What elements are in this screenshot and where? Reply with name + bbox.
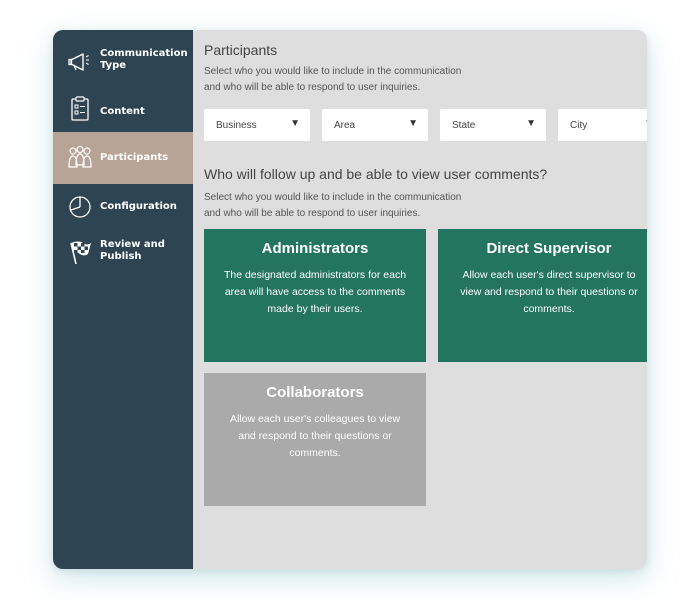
select-value: State [452, 119, 476, 131]
followup-heading: Who will follow up and be able to view u… [204, 166, 548, 182]
description-line: Select who you would like to include in … [204, 192, 462, 203]
megaphone-icon [67, 49, 93, 75]
dropdown-arrow-icon: ▼ [408, 118, 418, 129]
card-text: The designated administrators for each a… [223, 269, 407, 315]
direct-supervisor-card[interactable]: Direct Supervisor Allow each user's dire… [438, 229, 647, 362]
dropdown-arrow-icon: ▼ [526, 118, 536, 129]
card-text: Allow each user's colleagues to view and… [229, 413, 401, 459]
sidebar-item-review-and-publish[interactable]: Review and Publish [53, 230, 193, 276]
area-select[interactable]: Area ▼ [322, 109, 428, 141]
followup-description: Select who you would like to include in … [204, 190, 504, 222]
checkered-flag-icon [67, 240, 93, 266]
sidebar-item-label: Configuration [100, 201, 177, 212]
city-select[interactable]: City ▼ [558, 109, 647, 141]
dropdown-arrow-icon: ▼ [290, 118, 300, 129]
sidebar-item-content[interactable]: Content [53, 90, 193, 134]
clipboard-icon [67, 96, 93, 122]
state-select[interactable]: State ▼ [440, 109, 546, 141]
collaborators-card[interactable]: Collaborators Allow each user's colleagu… [204, 373, 426, 506]
description-line: and who will be able to respond to user … [204, 208, 421, 219]
description-line: and who will be able to respond to user … [204, 82, 421, 93]
sidebar-item-configuration[interactable]: Configuration [53, 186, 193, 230]
sidebar-item-participants[interactable]: Participants [53, 132, 193, 184]
card-title: Administrators [261, 240, 369, 257]
card-text: Allow each user's direct supervisor to v… [460, 269, 638, 315]
sidebar-item-label: Participants [100, 152, 169, 163]
business-select[interactable]: Business ▼ [204, 109, 310, 141]
page-description: Select who you would like to include in … [204, 64, 504, 96]
app-window: Communication Type Content Participants … [53, 30, 647, 569]
sidebar-item-label: Communication Type [100, 48, 188, 71]
dropdown-arrow-icon: ▼ [644, 118, 647, 129]
sidebar-item-label: Content [100, 106, 145, 117]
people-icon [67, 145, 93, 171]
select-value: City [570, 119, 588, 131]
select-value: Area [334, 119, 356, 131]
page-title: Participants [204, 42, 278, 58]
pie-chart-icon [67, 194, 93, 220]
card-title: Collaborators [266, 384, 364, 401]
select-value: Business [216, 119, 257, 131]
sidebar: Communication Type Content Participants … [53, 30, 193, 569]
sidebar-item-label: Review and Publish [100, 239, 165, 262]
main-content: Participants Select who you would like t… [193, 30, 647, 569]
administrators-card[interactable]: Administrators The designated administra… [204, 229, 426, 362]
sidebar-item-communication-type[interactable]: Communication Type [53, 40, 193, 84]
description-line: Select who you would like to include in … [204, 66, 462, 77]
card-title: Direct Supervisor [486, 240, 612, 257]
